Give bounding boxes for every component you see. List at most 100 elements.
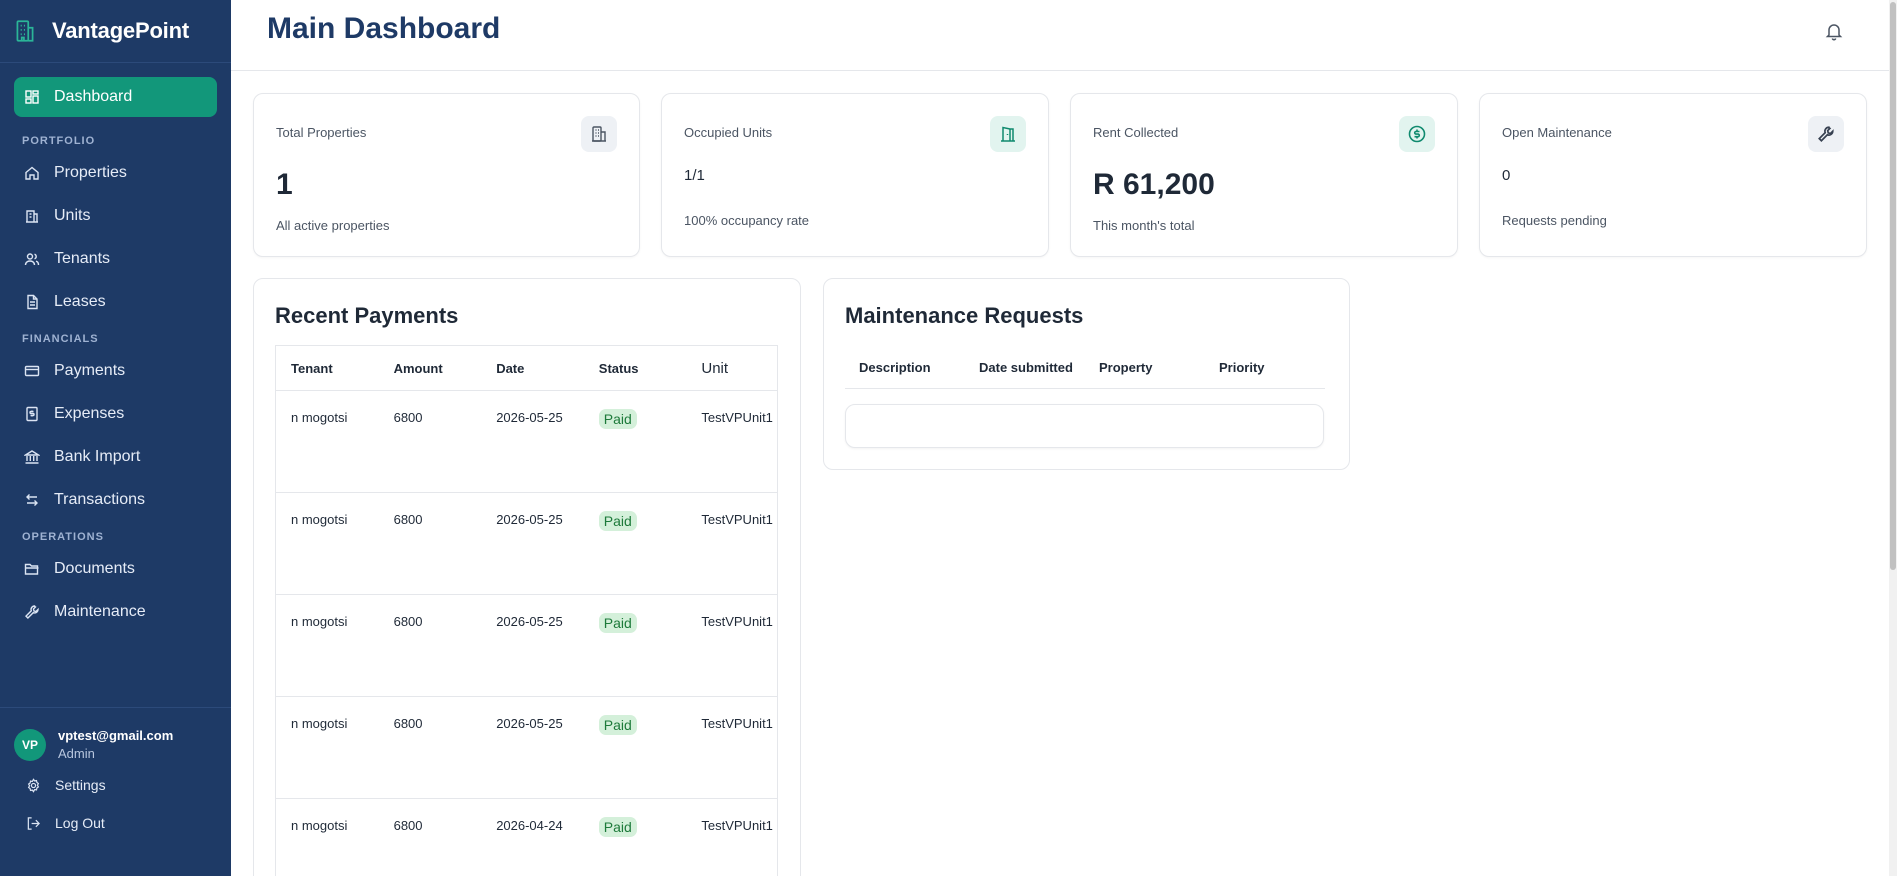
cell-tenant: n mogotsi [291,716,348,731]
card-icon-box [1808,116,1844,152]
column-header-status[interactable]: Status [584,361,687,376]
maintenance-empty-row [845,404,1324,448]
section-operations: OPERATIONS [22,531,104,543]
settings-link[interactable]: Settings [14,767,217,803]
card-total-properties: Total Properties 1 All active properties [253,93,640,257]
home-icon [25,166,39,180]
door-icon [1001,126,1015,142]
bell-icon[interactable] [1824,21,1844,41]
avatar: VP [14,728,46,761]
sidebar-item-expenses[interactable]: Expenses [14,392,217,435]
user-profile[interactable]: VP vptest@gmail.com Admin [14,728,217,761]
table-row[interactable]: n mogotsi 6800 2026-05-25 Paid TestVPUni… [276,696,777,798]
card-subtext: 100% occupancy rate [684,213,810,228]
column-header-date-submitted[interactable]: Date submitted [965,360,1085,375]
column-header-description[interactable]: Description [845,360,965,375]
cell-amount: 6800 [393,512,423,527]
document-icon [27,294,38,309]
users-icon [24,252,40,265]
card-label: Total Properties [276,125,367,140]
top-header: Main Dashboard [231,0,1891,71]
cell-tenant: n mogotsi [291,818,348,833]
status-badge: Paid [598,613,637,633]
status-badge: Paid [598,409,637,429]
sidebar-item-leases[interactable]: Leases [14,280,217,323]
cell-unit: TestVPUnit1 [701,818,773,833]
cell-date: 2026-05-25 [496,410,563,425]
cell-unit: TestVPUnit1 [701,716,773,731]
sidebar-item-documents[interactable]: Documents [14,547,217,590]
settings-label: Settings [55,777,106,793]
card-label: Rent Collected [1093,125,1179,140]
maintenance-requests-title: Maintenance Requests [845,303,1084,328]
card-icon-box [990,116,1026,152]
sidebar-item-label: Bank Import [54,447,141,465]
folder-icon [24,563,39,575]
sidebar-item-label: Maintenance [54,602,146,620]
sidebar-footer: VP vptest@gmail.com Admin Settings Log O… [0,707,231,876]
sidebar-item-label: Tenants [54,249,111,267]
sidebar-item-label: Expenses [54,404,125,422]
cell-date: 2026-05-25 [496,512,563,527]
sidebar-item-label: Properties [54,163,127,181]
page-scrollbar[interactable] [1889,0,1897,876]
building-icon [592,126,606,142]
cell-amount: 6800 [393,410,423,425]
sidebar-item-label: Dashboard [54,88,133,105]
cell-tenant: n mogotsi [291,512,348,527]
sidebar-item-maintenance[interactable]: Maintenance [14,590,217,633]
app-name: VantagePoint [52,18,189,43]
column-header-priority[interactable]: Priority [1205,360,1325,375]
cell-date: 2026-05-25 [496,614,563,629]
sidebar-item-bank-import[interactable]: Bank Import [14,435,217,478]
column-header-amount[interactable]: Amount [379,361,482,376]
sidebar-item-dashboard[interactable]: Dashboard [14,77,217,117]
column-header-date[interactable]: Date [481,361,584,376]
sidebar-item-label: Payments [54,361,126,379]
cell-date: 2026-04-24 [496,818,563,833]
card-occupied-units: Occupied Units 1/1 100% occupancy rate [661,93,1049,257]
user-email: vptest@gmail.com [58,728,174,743]
wrench-icon [25,604,39,619]
card-icon-box [1399,116,1435,152]
sidebar-item-tenants[interactable]: Tenants [14,237,217,280]
column-header-tenant[interactable]: Tenant [276,361,379,376]
column-header-unit[interactable]: Unit [686,360,777,377]
gear-icon [27,777,40,793]
maintenance-requests-panel: Maintenance Requests Description Date su… [823,278,1350,470]
cell-amount: 6800 [393,614,423,629]
card-subtext: This month's total [1093,218,1195,233]
cell-unit: TestVPUnit1 [701,410,773,425]
sidebar: VantagePoint Dashboard PORTFOLIO Propert… [0,0,231,876]
sidebar-item-transactions[interactable]: Transactions [14,478,217,521]
bank-icon [24,449,40,464]
card-value: 1/1 [684,167,705,184]
dollar-circle-icon [1408,125,1426,143]
cell-amount: 6800 [393,716,423,731]
table-row[interactable]: n mogotsi 6800 2026-05-25 Paid TestVPUni… [276,390,777,492]
wrench-icon [1818,126,1834,142]
credit-card-icon [24,365,40,376]
table-row[interactable]: n mogotsi 6800 2026-04-24 Paid TestVPUni… [276,798,777,876]
table-row[interactable]: n mogotsi 6800 2026-05-25 Paid TestVPUni… [276,492,777,594]
table-row[interactable]: n mogotsi 6800 2026-05-25 Paid TestVPUni… [276,594,777,696]
scrollbar-thumb[interactable] [1890,2,1896,570]
cell-date: 2026-05-25 [496,716,563,731]
sidebar-item-properties[interactable]: Properties [14,151,217,194]
column-header-property[interactable]: Property [1085,360,1205,375]
card-label: Occupied Units [684,125,773,140]
card-subtext: All active properties [276,218,390,233]
grid-icon [25,90,39,104]
cell-tenant: n mogotsi [291,410,348,425]
sidebar-item-payments[interactable]: Payments [14,349,217,392]
status-badge: Paid [598,817,637,837]
card-label: Open Maintenance [1502,125,1612,140]
page-title: Main Dashboard [267,12,501,45]
logout-link[interactable]: Log Out [14,805,217,841]
user-role: Admin [58,746,95,761]
sidebar-item-units[interactable]: Units [14,194,217,237]
status-badge: Paid [598,511,637,531]
cell-unit: TestVPUnit1 [701,512,773,527]
brand[interactable]: VantagePoint [0,0,231,63]
card-subtext: Requests pending [1502,213,1607,228]
